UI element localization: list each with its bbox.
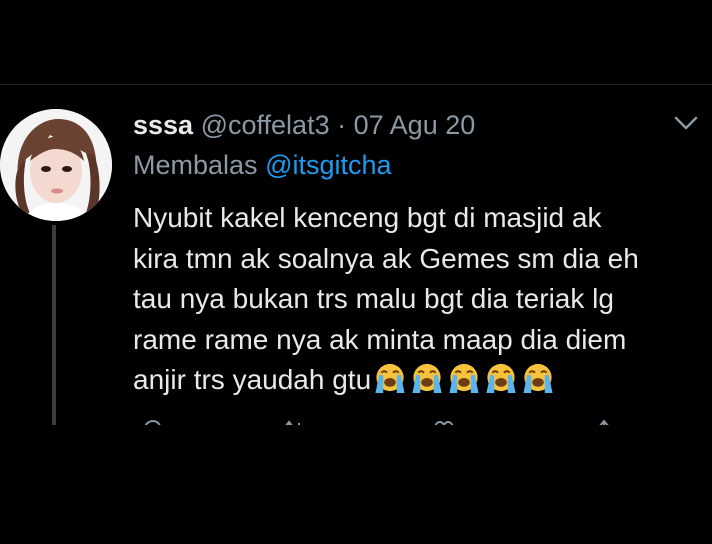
retweet-icon[interactable] — [283, 419, 305, 425]
reply-icon[interactable] — [141, 419, 163, 425]
tweet-text-line: kira tmn ak soalnya ak Gemes sm dia eh — [133, 242, 639, 274]
tweet-text-line: tau nya bukan trs malu bgt dia teriak lg — [133, 283, 614, 314]
tweet-text-line: rame rame nya ak minta maap dia diem — [133, 323, 627, 355]
avatar[interactable] — [0, 109, 112, 221]
loudly-crying-face-emoji — [523, 363, 553, 394]
tweet[interactable]: sssa @coffelat3 · 07 Agu 20 Membalas @it… — [0, 85, 712, 425]
tweet-text: Nyubit kakel kenceng bgt di masjid ak ki… — [133, 198, 693, 401]
user-handle[interactable]: @coffelat3 — [201, 110, 330, 140]
reply-prefix: Membalas — [133, 150, 258, 180]
tweet-date[interactable]: 07 Agu 20 — [354, 110, 476, 140]
tweet-header: sssa @coffelat3 · 07 Agu 20 — [133, 109, 475, 141]
loudly-crying-face-emoji — [375, 363, 405, 394]
reply-mention-link[interactable]: @itsgitcha — [265, 150, 391, 180]
emoji-row — [372, 361, 556, 394]
like-icon[interactable] — [433, 419, 455, 425]
loudly-crying-face-emoji — [486, 363, 516, 394]
tweet-actions — [133, 417, 693, 425]
avatar-photo — [0, 109, 112, 221]
reply-context: Membalas @itsgitcha — [133, 149, 392, 181]
chevron-down-icon[interactable] — [672, 113, 700, 133]
loudly-crying-face-emoji — [449, 363, 479, 394]
display-name[interactable]: sssa — [133, 110, 193, 140]
loudly-crying-face-emoji — [412, 363, 442, 394]
thread-connector-line — [52, 225, 56, 425]
share-icon[interactable] — [593, 419, 615, 425]
meta-separator: · — [337, 110, 347, 140]
tweet-text-line-last: anjir trs yaudah gtu — [133, 360, 693, 401]
tweet-text-line: anjir trs yaudah gtu — [133, 364, 372, 395]
tweet-text-line: Nyubit kakel kenceng bgt di masjid ak — [133, 202, 602, 233]
